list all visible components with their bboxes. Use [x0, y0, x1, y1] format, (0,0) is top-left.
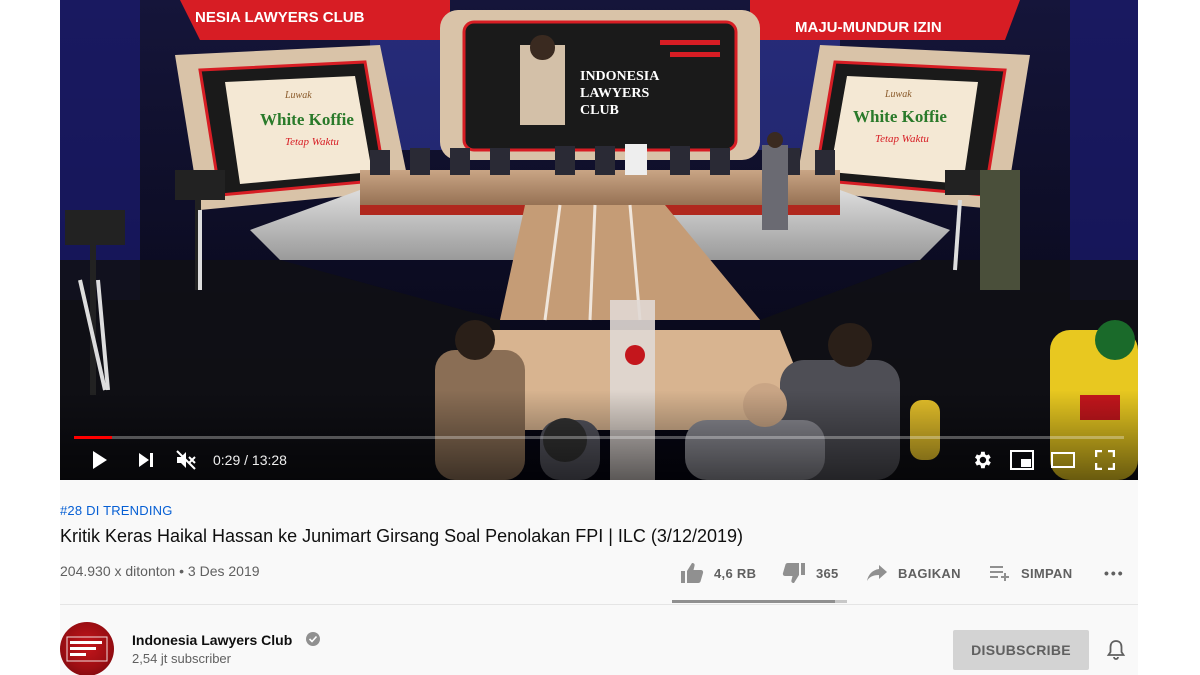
more-actions-button[interactable]: •••	[1104, 561, 1125, 585]
share-label: BAGIKAN	[898, 565, 961, 581]
banner-right-text: MAJU-MUNDUR IZIN	[795, 19, 942, 36]
verified-badge	[306, 632, 320, 646]
fullscreen-icon	[1095, 450, 1115, 470]
trending-badge[interactable]: #28 DI TRENDING	[60, 503, 173, 518]
play-icon	[93, 451, 107, 469]
dislike-count: 365	[816, 565, 839, 581]
channel-name[interactable]: Indonesia Lawyers Club	[132, 631, 292, 649]
time-current: 0:29	[213, 452, 241, 468]
settings-button[interactable]	[969, 448, 995, 472]
theater-button[interactable]	[1050, 448, 1076, 472]
divider	[60, 604, 1138, 605]
sponsor-right-tagline: Tetap Waktu	[875, 133, 929, 145]
fullscreen-button[interactable]	[1092, 448, 1118, 472]
sentiment-like-portion	[672, 600, 835, 603]
sponsor-left-tagline: Tetap Waktu	[285, 136, 339, 148]
view-dot: •	[175, 563, 188, 579]
subscriber-count: 2,54 jt subscriber	[132, 651, 231, 666]
banner-left-text: NESIA LAWYERS CLUB	[195, 9, 365, 26]
play-button[interactable]	[88, 448, 112, 472]
theater-icon	[1051, 452, 1075, 468]
save-button[interactable]: SIMPAN	[989, 561, 1072, 585]
progress-played	[74, 436, 112, 439]
bell-icon	[1106, 640, 1126, 660]
view-count: 204.930 x ditonton	[60, 563, 176, 579]
sponsor-right-name: White Koffie	[853, 107, 947, 126]
subscribe-button[interactable]: DISUBSCRIBE	[953, 630, 1089, 670]
next-icon	[139, 453, 153, 467]
like-button[interactable]: 4,6 RB	[680, 561, 756, 585]
channel-avatar[interactable]	[60, 622, 114, 675]
settings-icon	[975, 451, 991, 469]
next-button[interactable]	[134, 448, 158, 472]
muted-icon	[176, 450, 196, 470]
sentiment-bar	[672, 600, 847, 603]
checkmark-icon	[308, 635, 318, 643]
share-icon	[867, 565, 887, 581]
upload-date: 3 Des 2019	[187, 563, 260, 579]
thumbs-up-icon	[681, 563, 704, 583]
sponsor-left-brand: Luwak	[284, 90, 312, 101]
sponsor-left-name: White Koffie	[260, 110, 354, 129]
sponsor-right-brand: Luwak	[884, 89, 912, 100]
more-icon: •••	[1104, 565, 1125, 581]
dislike-button[interactable]: 365	[782, 561, 839, 585]
video-player[interactable]: NESIA LAWYERS CLUB MAJU-MUNDUR IZIN INDO…	[60, 0, 1138, 480]
progress-bar[interactable]	[74, 436, 1124, 439]
thumbs-down-icon	[782, 563, 805, 583]
channel-logo	[66, 636, 108, 662]
like-count: 4,6 RB	[714, 565, 757, 581]
studio-logo-line3: CLUB	[580, 103, 619, 118]
notification-bell-button[interactable]	[1104, 638, 1128, 662]
miniplayer-button[interactable]	[1009, 448, 1035, 472]
save-label: SIMPAN	[1021, 565, 1073, 581]
time-separator: /	[240, 452, 252, 468]
video-title: Kritik Keras Haikal Hassan ke Junimart G…	[60, 526, 743, 546]
view-info: 204.930 x ditonton • 3 Des 2019	[60, 562, 260, 580]
time-display: 0:29 / 13:28	[213, 452, 287, 468]
mute-button[interactable]	[173, 448, 199, 472]
share-button[interactable]: BAGIKAN	[866, 561, 961, 585]
time-total: 13:28	[251, 452, 287, 468]
miniplayer-icon	[1010, 450, 1034, 470]
studio-logo-line2: LAWYERS	[580, 86, 649, 101]
studio-logo-line1: INDONESIA	[580, 69, 660, 84]
playlist-add-icon	[990, 566, 1009, 581]
